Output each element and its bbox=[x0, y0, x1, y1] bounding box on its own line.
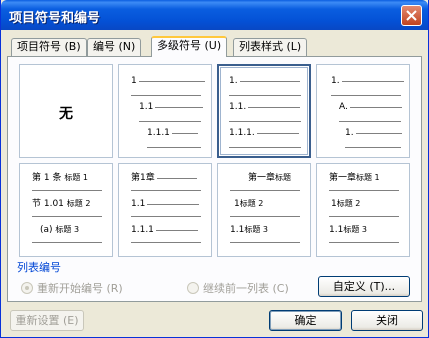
level1-label: 第1章 bbox=[131, 173, 155, 183]
ok-button[interactable]: 确定 bbox=[269, 310, 342, 331]
level3-label: 1.1.1 bbox=[147, 128, 170, 138]
level3-label: (a) bbox=[40, 225, 53, 235]
level1-label: 第 1 条 bbox=[32, 173, 62, 183]
level3-heading: 标题 3 bbox=[343, 225, 367, 234]
close-icon bbox=[406, 10, 417, 21]
close-dialog-button[interactable]: 关闭 bbox=[351, 310, 423, 331]
level2-heading: 标题 2 bbox=[66, 199, 91, 208]
level1-heading: 标题 1 bbox=[356, 173, 380, 182]
tab-panel: 无 1 1.1 1.1.1 1. 1.1. 1.1.1. 1. A. 1. 第 … bbox=[7, 56, 422, 302]
level1-label: 1. bbox=[331, 76, 340, 86]
option-chapter-heading-numbered[interactable]: 第一章标题 1 1标题 2 1.1标题 3 bbox=[316, 163, 410, 257]
level2-label: 1.1. bbox=[229, 102, 247, 112]
customize-button[interactable]: 自定义 (T)... bbox=[318, 276, 410, 297]
option-chapter-heading[interactable]: 第一章标题 1标题 2 1.1标题 3 bbox=[217, 163, 311, 257]
restart-numbering-label: 重新开始编号 (R) bbox=[37, 282, 123, 295]
none-label: 无 bbox=[59, 106, 73, 122]
level2-label: 节 1.01 bbox=[32, 199, 64, 209]
title-bar[interactable]: 项目符号和编号 bbox=[1, 0, 428, 30]
close-button[interactable] bbox=[401, 5, 422, 26]
bullets-numbering-dialog: 项目符号和编号 项目符号 (B) 编号 (N) 多级符号 (U) 列表样式 (L… bbox=[0, 0, 429, 338]
restart-numbering-radio[interactable] bbox=[21, 282, 33, 294]
level1-label: 第一章 bbox=[329, 173, 357, 183]
continue-list-option[interactable]: 继续前一列表 (C) bbox=[187, 280, 289, 295]
list-numbering-group-label: 列表编号 bbox=[17, 261, 61, 274]
level1-heading: 标题 1 bbox=[64, 173, 88, 182]
option-numeric-dotted[interactable]: 1. 1.1. 1.1.1. bbox=[217, 64, 311, 158]
level2-heading: 标题 2 bbox=[239, 199, 264, 208]
level1-label: 1 bbox=[131, 76, 137, 86]
level2-label: 1.1 bbox=[139, 102, 154, 112]
tab-numbering[interactable]: 编号 (N) bbox=[87, 38, 142, 56]
option-outline[interactable]: 1. A. 1. bbox=[316, 64, 410, 158]
level3-label: 1. bbox=[345, 128, 354, 138]
dialog-title: 项目符号和编号 bbox=[9, 11, 101, 26]
level3-label: 1.1.1. bbox=[229, 128, 255, 138]
level3-heading: 标题 3 bbox=[244, 225, 268, 234]
level3-heading: 标题 3 bbox=[55, 225, 80, 234]
level1-label: 第一章 bbox=[248, 173, 276, 183]
level2-heading: 标题 2 bbox=[336, 199, 361, 208]
level3-label: 1.1 bbox=[230, 225, 245, 235]
option-chapter-numeric[interactable]: 第1章 1.1 1.1.1 bbox=[118, 163, 212, 257]
tab-bullets[interactable]: 项目符号 (B) bbox=[11, 38, 87, 56]
option-none[interactable]: 无 bbox=[19, 64, 113, 158]
level2-label: A. bbox=[339, 102, 348, 112]
level3-label: 1.1 bbox=[329, 225, 344, 235]
tab-multilevel[interactable]: 多级符号 (U) bbox=[151, 36, 228, 57]
level3-label: 1.1.1 bbox=[131, 225, 154, 235]
tab-list-styles[interactable]: 列表样式 (L) bbox=[233, 38, 308, 56]
reset-button[interactable]: 重新设置 (E) bbox=[10, 310, 84, 331]
level1-heading: 标题 bbox=[275, 173, 292, 182]
continue-list-label: 继续前一列表 (C) bbox=[203, 282, 289, 295]
level2-label: 1.1 bbox=[131, 199, 146, 209]
option-article-section[interactable]: 第 1 条 标题 1 节 1.01 标题 2 (a) 标题 3 bbox=[19, 163, 113, 257]
level1-label: 1. bbox=[229, 76, 238, 86]
option-numeric-plain[interactable]: 1 1.1 1.1.1 bbox=[118, 64, 212, 158]
continue-list-radio[interactable] bbox=[187, 282, 199, 294]
restart-numbering-option[interactable]: 重新开始编号 (R) bbox=[21, 280, 123, 295]
